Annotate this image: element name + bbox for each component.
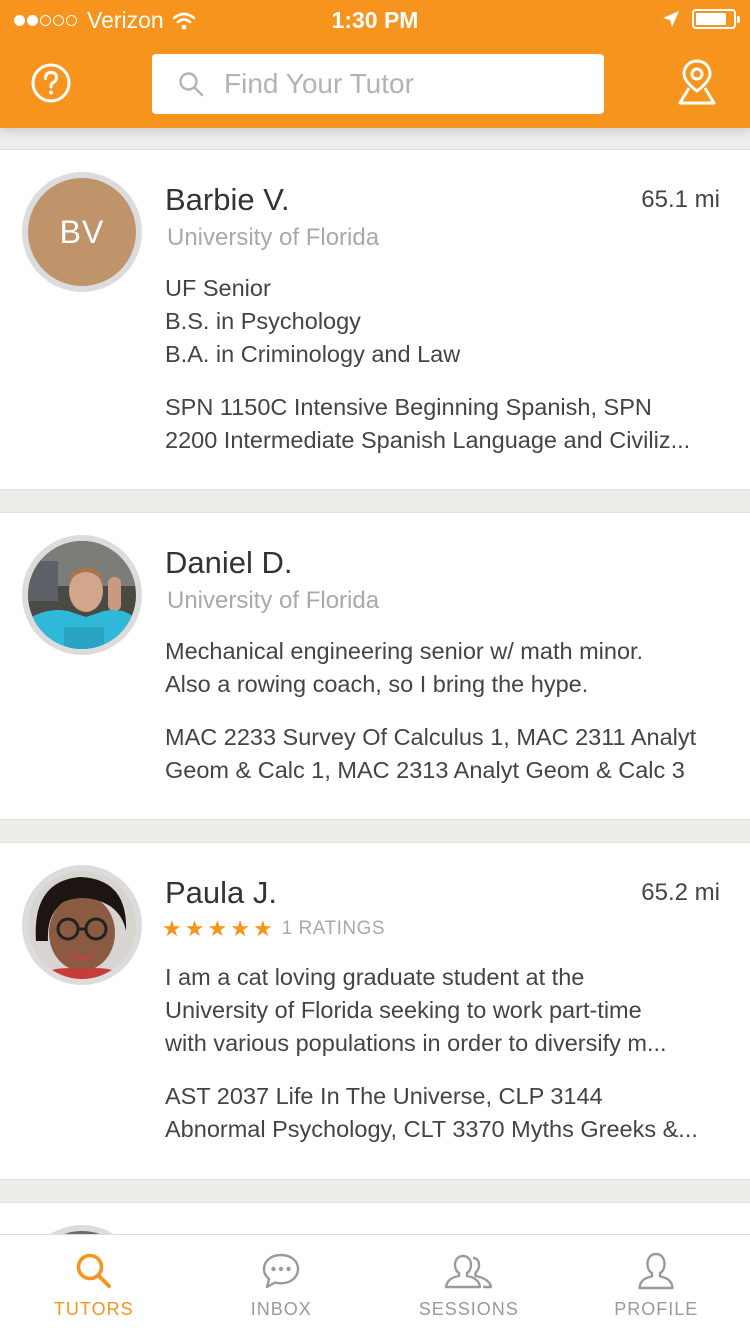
- bottom-tab-bar: TUTORS INBOX SESSIONS PROFILE: [0, 1234, 750, 1334]
- tab-inbox[interactable]: INBOX: [188, 1235, 376, 1334]
- chat-bubble-icon: [263, 1253, 300, 1289]
- rating-count: 1 RATINGS: [281, 918, 386, 939]
- avatar: [22, 1225, 142, 1234]
- tutor-courses: MAC 2233 Survey Of Calculus 1, MAC 2311 …: [165, 724, 697, 783]
- avatar-photo: [28, 541, 136, 649]
- tab-label: TUTORS: [53, 1299, 134, 1319]
- person-icon: [638, 1252, 674, 1290]
- tutor-card[interactable]: BV Barbie V. 65.1 mi University of Flori…: [0, 149, 750, 490]
- status-bar: Verizon 1:30 PM: [0, 0, 750, 40]
- avatar: BV: [22, 172, 142, 292]
- star-icon: ★: [230, 916, 250, 941]
- tutor-distance: 65.2 mi: [641, 879, 720, 906]
- tutor-courses: AST 2037 Life In The Universe, CLP 3144 …: [165, 1083, 698, 1142]
- avatar-photo: [28, 871, 136, 979]
- tutor-distance: 65.1 mi: [641, 186, 720, 213]
- map-pin-icon[interactable]: [676, 58, 718, 106]
- search-input[interactable]: [224, 68, 584, 100]
- help-icon[interactable]: [30, 62, 72, 104]
- avatar: [22, 865, 142, 985]
- tutor-card[interactable]: [0, 1202, 750, 1234]
- tutor-bio: Mechanical engineering senior w/ math mi…: [165, 638, 644, 697]
- top-header: Verizon 1:30 PM: [0, 0, 750, 128]
- search-icon: [76, 1253, 111, 1288]
- tab-tutors[interactable]: TUTORS: [0, 1235, 188, 1334]
- tutor-name: Barbie V.: [165, 182, 290, 217]
- avatar: [22, 535, 142, 655]
- search-bar[interactable]: [152, 54, 604, 114]
- star-icon: ★: [207, 916, 228, 941]
- tab-label: SESSIONS: [418, 1299, 519, 1319]
- tab-sessions[interactable]: SESSIONS: [375, 1235, 563, 1334]
- tutor-school: University of Florida: [167, 224, 380, 251]
- avatar-initials: BV: [28, 178, 136, 286]
- status-time: 1:30 PM: [331, 7, 419, 33]
- tutor-bio: I am a cat loving graduate student at th…: [165, 964, 667, 1056]
- tutor-name: Daniel D.: [165, 545, 293, 580]
- group-icon: [444, 1254, 492, 1289]
- battery-icon: [692, 9, 740, 29]
- tab-label: PROFILE: [614, 1299, 699, 1319]
- search-icon: [179, 72, 204, 97]
- star-icon: ★: [162, 916, 182, 941]
- location-arrow-icon: [663, 11, 679, 27]
- tutor-courses: SPN 1150C Intensive Beginning Spanish, S…: [165, 394, 691, 453]
- star-icon: ★: [184, 916, 205, 941]
- tutor-card[interactable]: Daniel D. University of Florida Mechanic…: [0, 512, 750, 820]
- tutor-name: Paula J.: [165, 875, 278, 910]
- person-photo-icon: [28, 871, 136, 979]
- tutor-list[interactable]: BV Barbie V. 65.1 mi University of Flori…: [0, 128, 750, 1234]
- tab-profile[interactable]: PROFILE: [563, 1235, 750, 1334]
- tutor-school: University of Florida: [167, 587, 380, 614]
- star-icon: ★: [252, 916, 273, 941]
- tutor-bio: UF Senior B.S. in Psychology B.A. in Cri…: [165, 275, 461, 367]
- rating: ★ ★ ★ ★ ★ 1 RATINGS: [162, 916, 385, 942]
- tutor-card[interactable]: Paula J. 65.2 mi ★ ★ ★ ★ ★ 1 RATINGS I a…: [0, 842, 750, 1180]
- tab-label: INBOX: [250, 1299, 312, 1319]
- person-photo-icon: [28, 541, 136, 649]
